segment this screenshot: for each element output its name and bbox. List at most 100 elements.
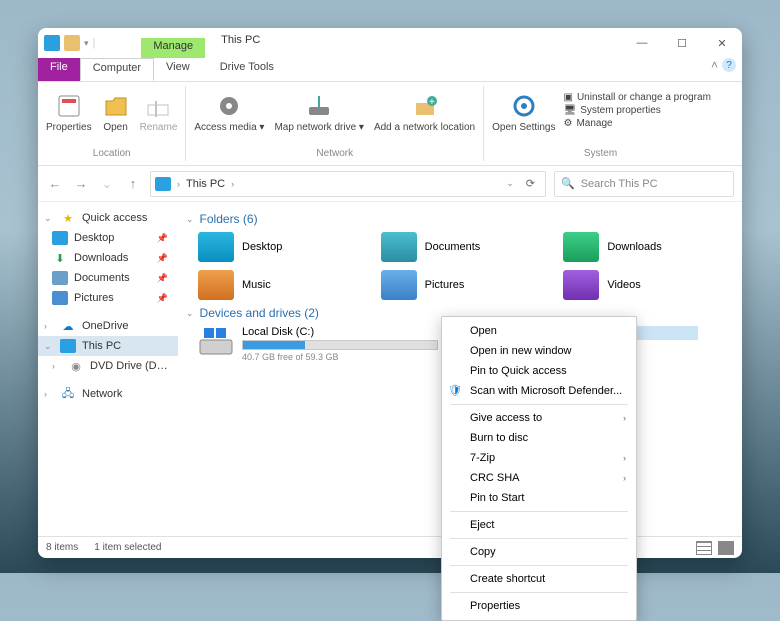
menu-item-create-shortcut[interactable]: Create shortcut bbox=[442, 569, 636, 589]
map-drive-label: Map network drive ▾ bbox=[274, 122, 364, 133]
rename-label: Rename bbox=[140, 122, 178, 133]
ribbon: Properties Open Rename Location Access m… bbox=[38, 82, 742, 166]
maximize-button[interactable]: ☐ bbox=[662, 28, 702, 58]
manage-button[interactable]: ⚙Manage bbox=[563, 118, 710, 129]
navigation-bar: ← → ⌄ ↑ › This PC › ⌄ ⟳ 🔍 Search This PC bbox=[38, 166, 742, 202]
menu-item-crc-sha[interactable]: CRC SHA› bbox=[442, 468, 636, 488]
forward-button[interactable]: → bbox=[72, 176, 90, 191]
recent-dropdown[interactable]: ⌄ bbox=[98, 176, 116, 192]
folder-label: Downloads bbox=[607, 241, 661, 253]
search-placeholder: Search This PC bbox=[581, 178, 658, 190]
folder-documents[interactable]: Documents bbox=[381, 232, 552, 262]
sidebar-documents[interactable]: Documents 📌 bbox=[38, 268, 178, 288]
menu-label: Eject bbox=[470, 519, 494, 531]
folder-desktop[interactable]: Desktop bbox=[198, 232, 369, 262]
details-view-button[interactable] bbox=[696, 541, 712, 555]
folder-icon[interactable] bbox=[64, 35, 80, 51]
menu-label: 7-Zip bbox=[470, 452, 495, 464]
map-drive-icon bbox=[305, 92, 333, 120]
help-icon[interactable]: ? bbox=[722, 58, 736, 72]
system-properties-button[interactable]: 🖥System properties bbox=[563, 105, 710, 116]
pin-icon: 📌 bbox=[157, 253, 172, 264]
context-tab-manage[interactable]: Manage bbox=[141, 38, 205, 58]
folder-icon bbox=[381, 232, 417, 262]
menu-item-copy[interactable]: Copy bbox=[442, 542, 636, 562]
open-settings-button[interactable]: Open Settings bbox=[490, 90, 557, 135]
network-icon: 🖧 bbox=[60, 387, 76, 401]
menu-item-pin-to-quick-access[interactable]: Pin to Quick access bbox=[442, 361, 636, 381]
access-media-button[interactable]: Access media ▾ bbox=[192, 90, 266, 135]
add-location-icon: + bbox=[411, 92, 439, 120]
tab-drive-tools[interactable]: Drive Tools bbox=[208, 58, 286, 81]
menu-label: Burn to disc bbox=[470, 432, 528, 444]
manage-label: Manage bbox=[576, 118, 612, 129]
rename-icon bbox=[144, 92, 172, 120]
folder-pictures[interactable]: Pictures bbox=[381, 270, 552, 300]
menu-item-open-in-new-window[interactable]: Open in new window bbox=[442, 341, 636, 361]
back-button[interactable]: ← bbox=[46, 176, 64, 191]
sidebar-desktop[interactable]: Desktop📌 bbox=[38, 228, 178, 248]
menu-item-burn-to-disc[interactable]: Burn to disc bbox=[442, 428, 636, 448]
sidebar-network[interactable]: ›🖧Network bbox=[38, 384, 178, 404]
chevron-right-icon[interactable]: › bbox=[231, 179, 234, 189]
star-icon: ★ bbox=[60, 211, 76, 225]
menu-item-pin-to-start[interactable]: Pin to Start bbox=[442, 488, 636, 508]
up-button[interactable]: ↑ bbox=[124, 176, 142, 191]
breadcrumb-this-pc[interactable]: This PC bbox=[186, 178, 225, 190]
item-count: 8 items bbox=[46, 542, 78, 553]
folders-section-header[interactable]: ⌄Folders (6) bbox=[186, 212, 734, 226]
ribbon-tabs: File Computer View Drive Tools ˄ ? bbox=[38, 58, 742, 82]
sb-label: Downloads bbox=[74, 252, 128, 264]
folder-music[interactable]: Music bbox=[198, 270, 369, 300]
menu-item-scan-with-microsoft-defender[interactable]: 🛡Scan with Microsoft Defender... bbox=[442, 381, 636, 401]
uninstall-program-button[interactable]: ▣ Uninstall or change a program bbox=[563, 92, 710, 103]
folder-label: Desktop bbox=[242, 241, 282, 253]
uninstall-label: Uninstall or change a program bbox=[577, 92, 711, 103]
context-menu: OpenOpen in new windowPin to Quick acces… bbox=[441, 316, 637, 621]
menu-item-give-access-to[interactable]: Give access to› bbox=[442, 408, 636, 428]
tab-computer[interactable]: Computer bbox=[80, 58, 154, 81]
folder-icon bbox=[563, 270, 599, 300]
rename-button[interactable]: Rename bbox=[138, 90, 180, 135]
add-net-location-button[interactable]: + Add a network location bbox=[372, 90, 477, 135]
tab-view[interactable]: View bbox=[154, 58, 202, 81]
menu-item-eject[interactable]: Eject bbox=[442, 515, 636, 535]
program-icon: ▣ bbox=[563, 92, 572, 103]
search-box[interactable]: 🔍 Search This PC bbox=[554, 171, 734, 197]
folder-label: Documents bbox=[425, 241, 481, 253]
folder-icon bbox=[381, 270, 417, 300]
sidebar-downloads[interactable]: ⬇Downloads📌 bbox=[38, 248, 178, 268]
menu-item-open[interactable]: Open bbox=[442, 321, 636, 341]
refresh-button[interactable]: ⟳ bbox=[520, 177, 541, 190]
menu-item-7-zip[interactable]: 7-Zip› bbox=[442, 448, 636, 468]
sidebar-dvd-drive[interactable]: ›◉DVD Drive (D:) CCCC bbox=[38, 356, 178, 376]
ribbon-collapse-icon[interactable]: ˄ bbox=[711, 58, 718, 72]
pin-icon: 📌 bbox=[157, 273, 172, 284]
sb-label: Desktop bbox=[74, 232, 114, 244]
sb-label: Network bbox=[82, 388, 122, 400]
folder-videos[interactable]: Videos bbox=[563, 270, 734, 300]
menu-item-properties[interactable]: Properties bbox=[442, 596, 636, 616]
sb-label: Documents bbox=[74, 272, 130, 284]
folder-label: Music bbox=[242, 279, 271, 291]
sidebar-this-pc[interactable]: ⌄This PC bbox=[38, 336, 178, 356]
open-button[interactable]: Open bbox=[100, 90, 132, 135]
sidebar-pictures[interactable]: Pictures📌 bbox=[38, 288, 178, 308]
tab-file[interactable]: File bbox=[38, 58, 80, 81]
close-button[interactable]: ✕ bbox=[702, 28, 742, 58]
sidebar-quick-access[interactable]: ⌄★Quick access bbox=[38, 208, 178, 228]
pc-icon bbox=[60, 339, 76, 353]
map-drive-button[interactable]: Map network drive ▾ bbox=[272, 90, 366, 135]
address-dropdown-icon[interactable]: ⌄ bbox=[506, 178, 514, 189]
sidebar-onedrive[interactable]: ›☁OneDrive bbox=[38, 316, 178, 336]
minimize-button[interactable]: — bbox=[622, 28, 662, 58]
local-disk-c[interactable]: Local Disk (C:) 40.7 GB free of 59.3 GB bbox=[198, 326, 438, 362]
qat-dropdown-icon[interactable]: ▾ bbox=[84, 38, 89, 49]
properties-button[interactable]: Properties bbox=[44, 90, 94, 135]
thumbnails-view-button[interactable] bbox=[718, 541, 734, 555]
folder-downloads[interactable]: Downloads bbox=[563, 232, 734, 262]
quick-access-label: Quick access bbox=[82, 212, 147, 224]
pin-icon: 📌 bbox=[157, 293, 172, 304]
menu-label: Pin to Start bbox=[470, 492, 524, 504]
address-bar[interactable]: › This PC › ⌄ ⟳ bbox=[150, 171, 546, 197]
